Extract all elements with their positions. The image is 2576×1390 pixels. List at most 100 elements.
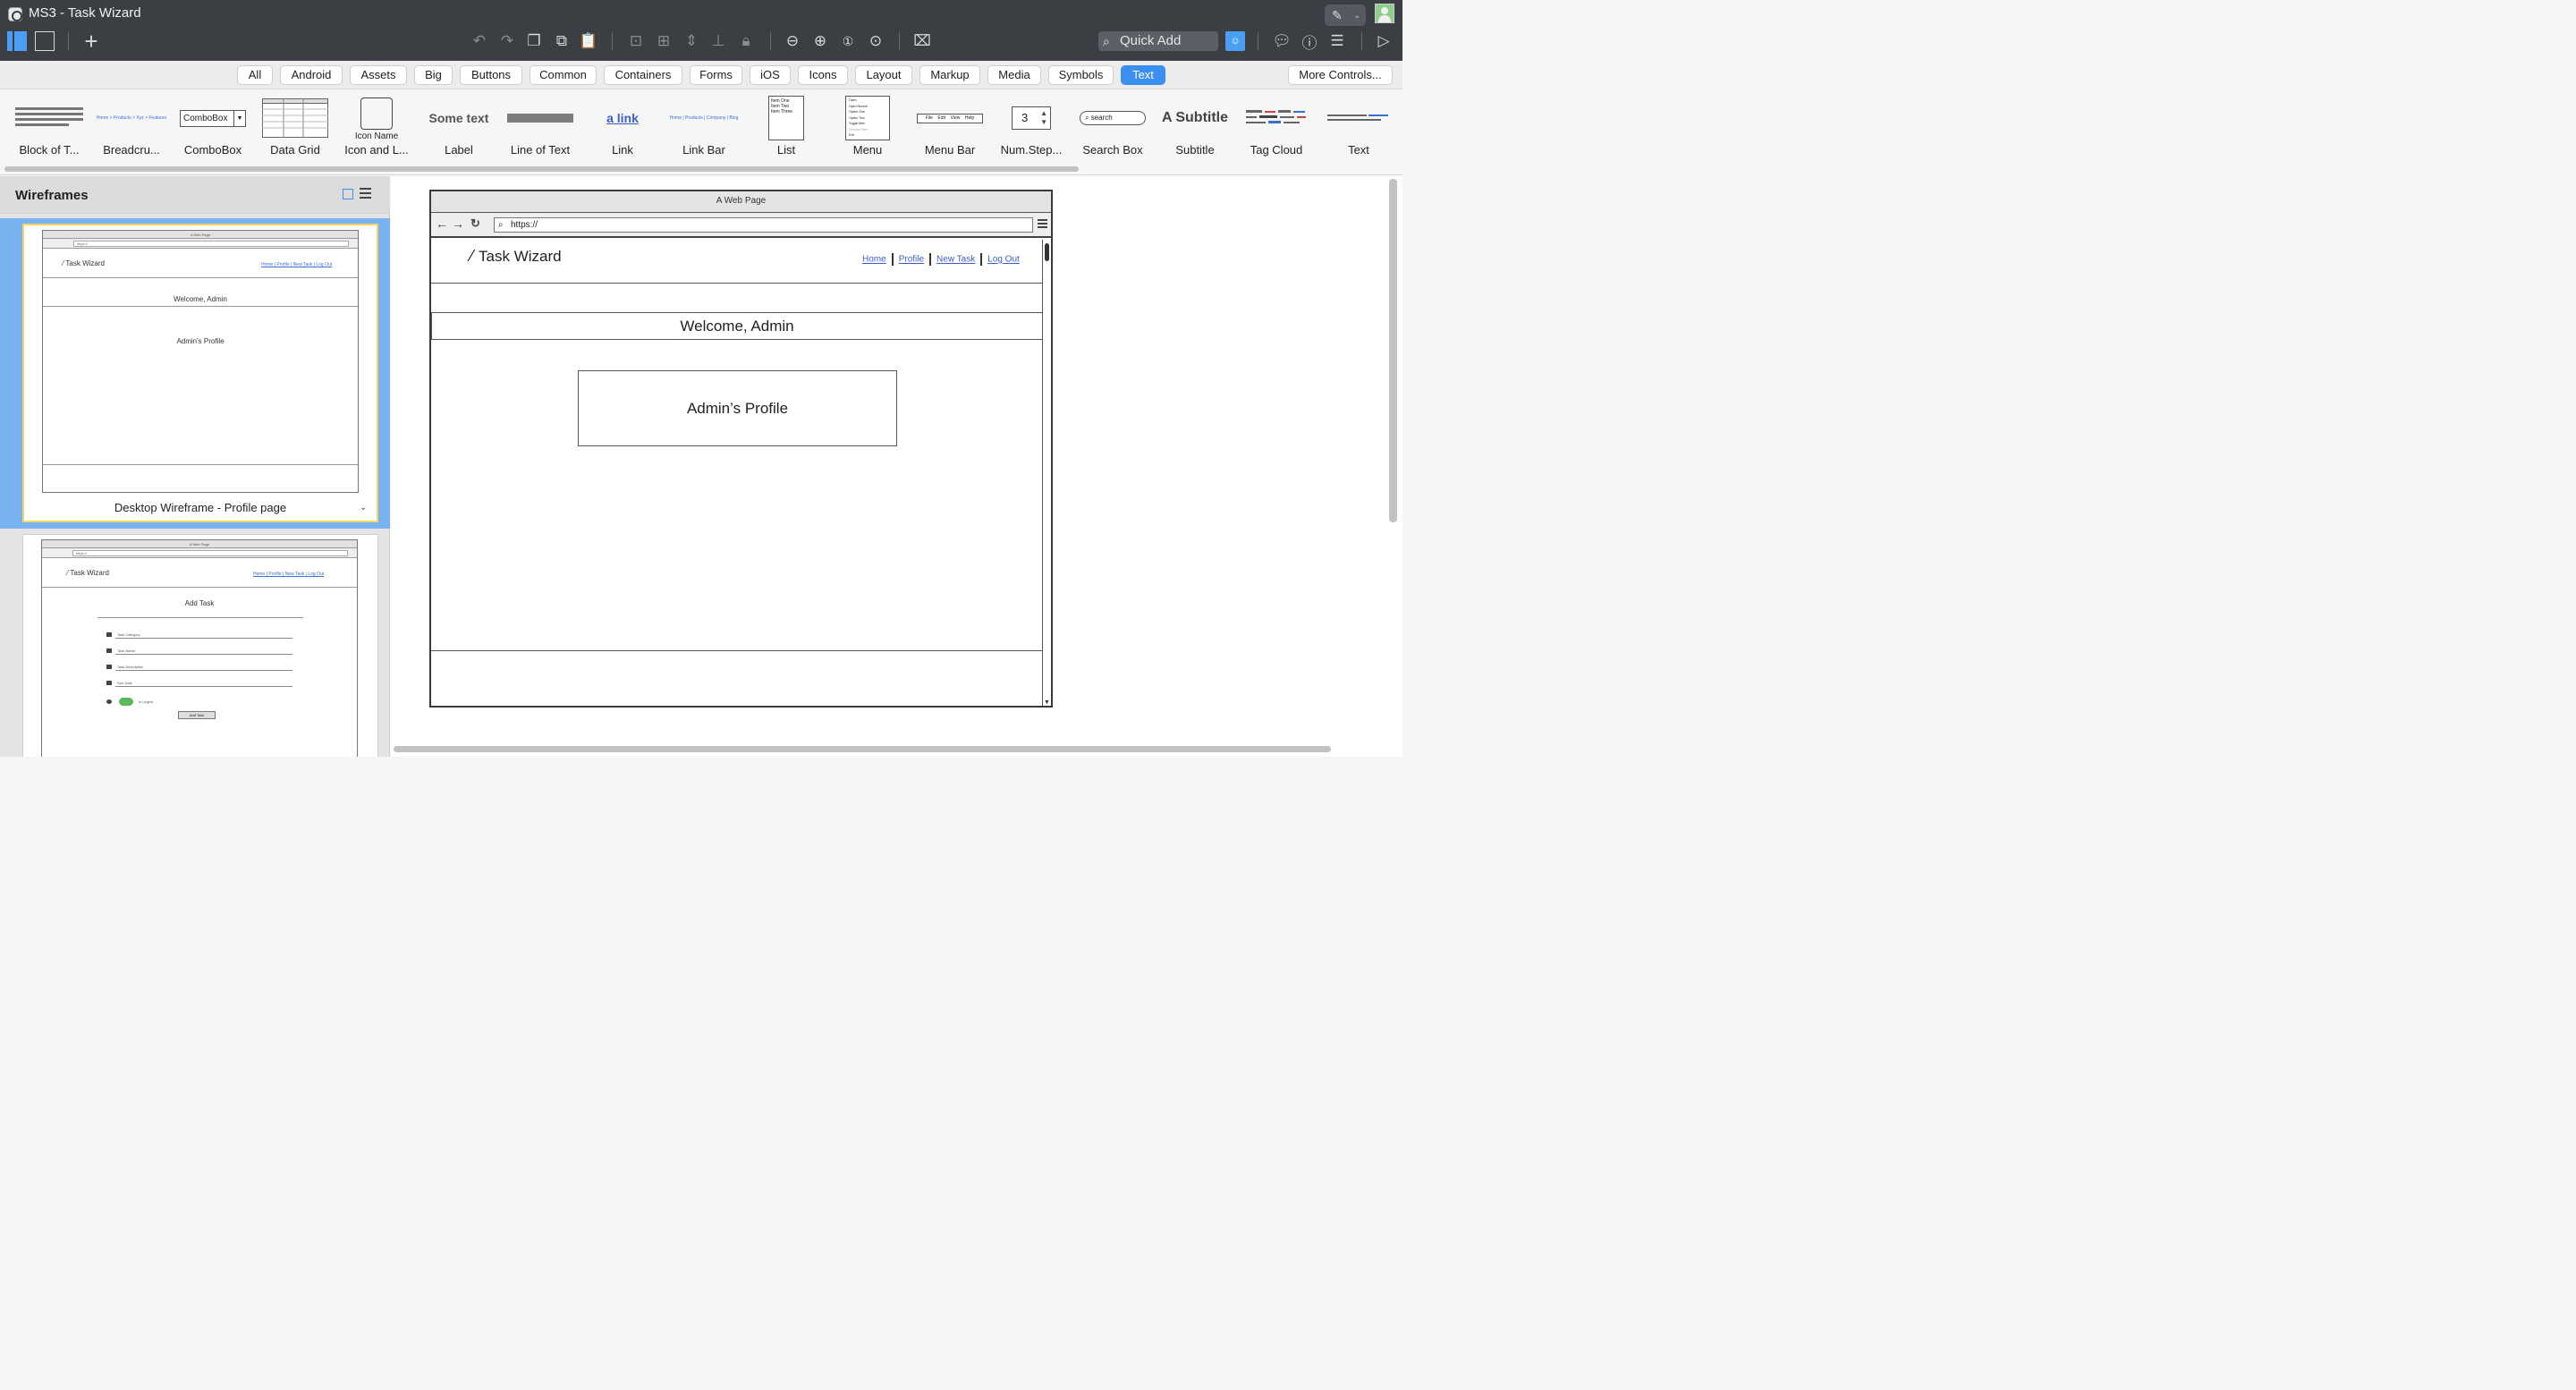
browser-wireframe[interactable]: A Web Page ← → ↻ ⌕ https:// ▼ ⁄ Task Wiza… <box>429 190 1053 708</box>
ungroup-icon[interactable]: ⊞ <box>653 30 674 52</box>
filter-text[interactable]: Text <box>1121 65 1165 85</box>
component-tag-cloud[interactable]: Tag Cloud <box>1235 89 1318 163</box>
canvas-vertical-scrollbar[interactable] <box>1389 179 1397 522</box>
actual-size-icon[interactable]: ① <box>837 30 859 52</box>
component-menu[interactable]: Open Open Recent Option One Option Two T… <box>826 89 909 163</box>
page-caption: Desktop Wireframe - Profile page <box>114 501 287 514</box>
component-link[interactable]: a link Link <box>581 89 664 163</box>
comments-icon[interactable]: 💬︎ <box>1271 30 1292 52</box>
component-list[interactable]: Item One Item Two Item Three List <box>745 89 827 163</box>
component-line-of-text[interactable]: Line of Text <box>499 89 581 163</box>
label-preview: Some text <box>428 111 489 125</box>
single-view-icon[interactable] <box>7 31 27 51</box>
combobox-preview: ComboBox ▼ <box>172 95 254 141</box>
component-text[interactable]: Text <box>1318 89 1400 163</box>
thumbnail-field-line <box>115 638 292 639</box>
zoom-in-icon[interactable]: ⊕ <box>809 30 831 52</box>
toolbar-divider <box>899 32 900 50</box>
undo-icon[interactable]: ↶ <box>469 30 490 52</box>
thumbnail-nav-link: New Task <box>292 262 313 267</box>
filter-ios[interactable]: iOS <box>750 65 791 85</box>
redo-icon[interactable]: ↷ <box>496 30 518 52</box>
thumbnail-url: https:// <box>72 550 348 556</box>
line-of-text-bar <box>507 114 573 123</box>
profile-box: Admin’s Profile <box>578 370 897 446</box>
component-menu-bar[interactable]: File Edit View Help Menu Bar <box>909 89 991 163</box>
component-icon-and-label[interactable]: Icon Name Icon and L... <box>335 89 418 163</box>
filter-markup[interactable]: Markup <box>919 65 980 85</box>
component-block-of-text[interactable]: Block of T... <box>8 89 90 163</box>
thumbnail-add-task-button: Add Task <box>178 711 216 719</box>
add-icon[interactable]: + <box>80 28 102 55</box>
wireframe-scroll-thumb <box>1045 243 1049 261</box>
page-thumbnail-add-task[interactable]: A Web Page https:// ⁄ Task Wizard Home |… <box>22 534 378 757</box>
filter-symbols[interactable]: Symbols <box>1048 65 1114 85</box>
filter-icons[interactable]: Icons <box>798 65 848 85</box>
tile-view-icon[interactable] <box>343 189 353 199</box>
wireframe-url-text: https:// <box>511 220 538 230</box>
more-controls-button[interactable]: More Controls... <box>1288 65 1393 85</box>
distribute-icon[interactable]: ⊥ <box>708 30 729 52</box>
component-search-box[interactable]: ⌕ search Search Box <box>1072 89 1154 163</box>
grid-view-icon[interactable] <box>35 31 55 51</box>
thumbnail-nav-link: Profile <box>268 572 282 577</box>
list-view-icon[interactable] <box>360 188 371 199</box>
link-preview: a link <box>606 111 639 125</box>
tag-cloud-preview-svg <box>1246 110 1306 123</box>
filter-layout[interactable]: Layout <box>855 65 912 85</box>
thumbnail-logo: ⁄ Task Wizard <box>67 569 109 577</box>
chevron-down-icon[interactable]: ⌄ <box>360 503 367 513</box>
nav-divider <box>891 253 894 266</box>
filter-big[interactable]: Big <box>414 65 453 85</box>
edit-mode-button[interactable]: ✎ ⌄ <box>1325 4 1366 26</box>
filter-media[interactable]: Media <box>987 65 1041 85</box>
user-icon[interactable] <box>1375 4 1394 23</box>
wireframe-logo: ⁄ Task Wizard <box>470 247 562 266</box>
lock-icon[interactable]: 🔒︎ <box>735 30 757 52</box>
info-icon[interactable]: ⓘ <box>1299 30 1320 52</box>
wireframe-url-bar: ← → ↻ ⌕ https:// <box>431 213 1051 238</box>
align-icon[interactable]: ⇕ <box>681 30 702 52</box>
thumbnail-nav: Home | Profile | New Task | Log Out <box>253 572 325 577</box>
filter-containers[interactable]: Containers <box>604 65 682 85</box>
component-subtitle[interactable]: A Subtitle Subtitle <box>1154 89 1236 163</box>
zoom-fit-icon[interactable]: ⊙ <box>865 30 886 52</box>
properties-icon[interactable]: ☰ <box>1326 30 1348 52</box>
quick-add-face-icon[interactable]: ☺ <box>1225 31 1245 51</box>
list-preview: Item One Item Two Item Three <box>745 95 827 141</box>
filter-all[interactable]: All <box>237 65 273 85</box>
component-label-item[interactable]: Some text Label <box>418 89 500 163</box>
filter-forms[interactable]: Forms <box>690 65 742 85</box>
filter-common[interactable]: Common <box>530 65 597 85</box>
component-combobox[interactable]: ComboBox ▼ ComboBox <box>172 89 254 163</box>
list-preview-item: Item Three <box>771 109 793 114</box>
filter-assets[interactable]: Assets <box>350 65 407 85</box>
zoom-out-icon[interactable]: ⊖ <box>782 30 803 52</box>
paste-icon[interactable]: 📋 <box>578 30 599 52</box>
duplicate-icon[interactable]: ❐ <box>523 30 545 52</box>
menu-bar-preview-item: Help <box>964 114 975 121</box>
group-icon[interactable]: ⊡ <box>625 30 647 52</box>
data-grid-preview-svg <box>262 98 328 138</box>
canvas-horizontal-scrollbar[interactable] <box>394 746 1331 752</box>
component-link-bar[interactable]: Home | Products | Company | Blog Link Ba… <box>663 89 745 163</box>
component-label: Num.Step... <box>1000 143 1063 157</box>
component-numeric-stepper[interactable]: 3 ▲ ▼ Num.Step... <box>990 89 1072 163</box>
component-breadcrumb[interactable]: Home > Products > Xyz > Features Breadcr… <box>90 89 173 163</box>
quick-add-input[interactable]: ⌕ Quick Add <box>1098 31 1218 51</box>
page-thumbnail-profile[interactable]: A Web Page https:// ⁄ Task Wizard Home |… <box>22 224 378 522</box>
thumbnail-field-label: Due Date <box>117 681 132 685</box>
data-grid-preview <box>254 95 336 141</box>
filter-android[interactable]: Android <box>280 65 343 85</box>
nav-link-new-task: New Task <box>936 254 976 265</box>
stepper-preview-value: 3 <box>1021 111 1029 124</box>
magic-wand-icon: ⁄ <box>470 247 474 265</box>
copy-icon[interactable]: ⧉ <box>551 30 572 52</box>
component-data-grid[interactable]: Data Grid <box>254 89 336 163</box>
delete-icon[interactable]: ⌧ <box>911 30 933 52</box>
present-icon[interactable]: ▷ <box>1373 30 1394 52</box>
placeholder-icon <box>360 97 393 130</box>
component-strip-scrollbar[interactable] <box>4 166 1079 172</box>
menu-bar-preview-item: View <box>950 114 961 121</box>
filter-buttons[interactable]: Buttons <box>460 65 522 85</box>
